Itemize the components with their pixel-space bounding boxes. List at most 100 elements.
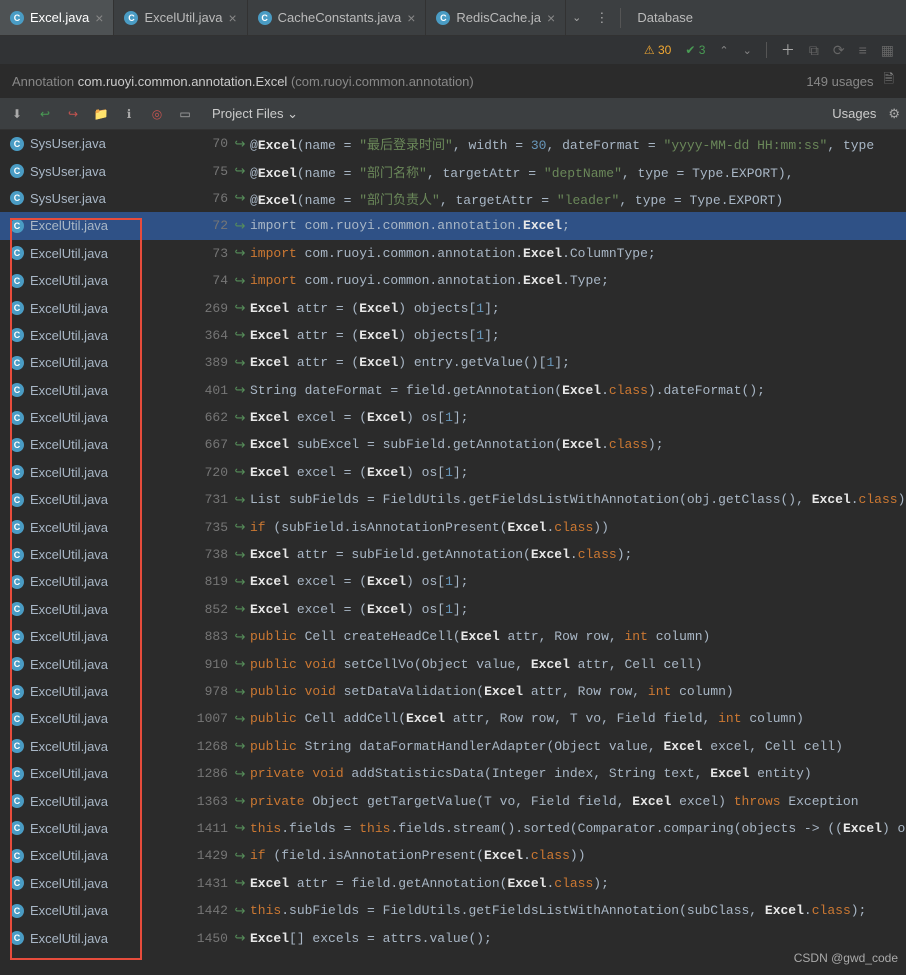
target-icon[interactable]: ◎ [146,103,168,125]
nav-back-icon[interactable]: ↩ [34,103,56,125]
gear-icon[interactable]: ⚙ [888,106,900,122]
usage-row[interactable]: C ExcelUtil.java 735 ↪ if (subField.isAn… [0,513,906,540]
jump-icon[interactable]: ↪ [228,355,246,371]
close-icon[interactable]: × [95,10,103,26]
usage-row[interactable]: C ExcelUtil.java 852 ↪ Excel excel = (Ex… [0,596,906,623]
usages-label: Usages [832,106,882,121]
code-preview: public Cell addCell(Excel attr, Row row,… [246,711,804,726]
editor-tab[interactable]: CExcelUtil.java× [114,0,247,35]
jump-icon[interactable]: ↪ [228,820,246,836]
usage-row[interactable]: C ExcelUtil.java 74 ↪ import com.ruoyi.c… [0,267,906,294]
jump-icon[interactable]: ↪ [228,903,246,919]
jump-icon[interactable]: ↪ [228,601,246,617]
usage-row[interactable]: C ExcelUtil.java 401 ↪ String dateFormat… [0,377,906,404]
jump-icon[interactable]: ↪ [228,437,246,453]
folder-icon[interactable]: 📁 [90,103,112,125]
usage-row[interactable]: C ExcelUtil.java 720 ↪ Excel excel = (Ex… [0,459,906,486]
usage-row[interactable]: C ExcelUtil.java 667 ↪ Excel subExcel = … [0,431,906,458]
code-preview: if (field.isAnnotationPresent(Excel.clas… [246,848,586,863]
file-name: ExcelUtil.java [30,711,108,726]
close-icon[interactable]: × [407,10,415,26]
editor-tab[interactable]: CRedisCache.ja× [426,0,566,35]
jump-icon[interactable]: ↪ [228,136,246,152]
panel-icon[interactable]: ▭ [174,103,196,125]
usage-row[interactable]: C ExcelUtil.java 1363 ↪ private Object g… [0,787,906,814]
editor-tab[interactable]: CExcel.java× [0,0,114,35]
jump-icon[interactable]: ↪ [228,793,246,809]
info-icon[interactable]: ℹ [118,103,140,125]
download-icon[interactable]: ⬇ [6,103,28,125]
jump-icon[interactable]: ↪ [228,766,246,782]
usage-row[interactable]: C ExcelUtil.java 978 ↪ public void setDa… [0,678,906,705]
usage-row[interactable]: C SysUser.java 76 ↪ @Excel(name = "部门负责人… [0,185,906,212]
next-highlight-icon[interactable]: ⌄ [743,44,752,57]
usages-toolbar: ⬇ ↩ ↪ 📁 ℹ ◎ ▭ Project Files ⌄ Usages ⚙ [0,98,906,130]
tab-menu-icon[interactable]: ⋮ [587,10,616,26]
usage-row[interactable]: C ExcelUtil.java 1007 ↪ public Cell addC… [0,705,906,732]
jump-icon[interactable]: ↪ [228,492,246,508]
tab-overflow-chevron[interactable]: ⌄ [566,11,587,24]
add-icon[interactable]: ＋ [781,40,795,60]
warnings-badge[interactable]: ⚠ 30 [644,43,671,57]
usage-row[interactable]: C SysUser.java 70 ↪ @Excel(name = "最后登录时… [0,130,906,157]
file-name: ExcelUtil.java [30,273,108,288]
jump-icon[interactable]: ↪ [228,656,246,672]
editor-tab[interactable]: CCacheConstants.java× [248,0,427,35]
class-icon: C [258,11,272,25]
usage-row[interactable]: C SysUser.java 75 ↪ @Excel(name = "部门名称"… [0,157,906,184]
jump-icon[interactable]: ↪ [228,738,246,754]
ok-badge[interactable]: ✔ 3 [685,43,705,57]
file-name: SysUser.java [30,136,106,151]
usage-row[interactable]: C ExcelUtil.java 662 ↪ Excel excel = (Ex… [0,404,906,431]
jump-icon[interactable]: ↪ [228,190,246,206]
jump-icon[interactable]: ↪ [228,574,246,590]
close-icon[interactable]: × [547,10,555,26]
usage-row[interactable]: C ExcelUtil.java 389 ↪ Excel attr = (Exc… [0,349,906,376]
jump-icon[interactable]: ↪ [228,519,246,535]
jump-icon[interactable]: ↪ [228,245,246,261]
class-icon: C [10,685,24,699]
jump-icon[interactable]: ↪ [228,300,246,316]
usage-row[interactable]: C ExcelUtil.java 1431 ↪ Excel attr = fie… [0,870,906,897]
file-icon[interactable]: 🗎 [884,70,894,92]
usage-row[interactable]: C ExcelUtil.java 883 ↪ public Cell creat… [0,623,906,650]
jump-icon[interactable]: ↪ [228,629,246,645]
line-number: 720 [178,465,228,480]
usage-row[interactable]: C ExcelUtil.java 1429 ↪ if (field.isAnno… [0,842,906,869]
usage-row[interactable]: C ExcelUtil.java 364 ↪ Excel attr = (Exc… [0,322,906,349]
jump-icon[interactable]: ↪ [228,382,246,398]
jump-icon[interactable]: ↪ [228,218,246,234]
jump-icon[interactable]: ↪ [228,273,246,289]
file-name: ExcelUtil.java [30,410,108,425]
jump-icon[interactable]: ↪ [228,711,246,727]
jump-icon[interactable]: ↪ [228,327,246,343]
jump-icon[interactable]: ↪ [228,875,246,891]
usage-row[interactable]: C ExcelUtil.java 73 ↪ import com.ruoyi.c… [0,240,906,267]
nav-fwd-icon[interactable]: ↪ [62,103,84,125]
jump-icon[interactable]: ↪ [228,464,246,480]
usage-row[interactable]: C ExcelUtil.java 910 ↪ public void setCe… [0,650,906,677]
usage-row[interactable]: C ExcelUtil.java 738 ↪ Excel attr = subF… [0,541,906,568]
usage-row[interactable]: C ExcelUtil.java 1411 ↪ this.fields = th… [0,815,906,842]
usage-row[interactable]: C ExcelUtil.java 1450 ↪ Excel[] excels =… [0,924,906,951]
usage-row[interactable]: C ExcelUtil.java 1286 ↪ private void add… [0,760,906,787]
usage-row[interactable]: C ExcelUtil.java 72 ↪ import com.ruoyi.c… [0,212,906,239]
usage-row[interactable]: C ExcelUtil.java 819 ↪ Excel excel = (Ex… [0,568,906,595]
jump-icon[interactable]: ↪ [228,547,246,563]
close-icon[interactable]: × [228,10,236,26]
usage-row[interactable]: C ExcelUtil.java 1268 ↪ public String da… [0,733,906,760]
jump-icon[interactable]: ↪ [228,930,246,946]
jump-icon[interactable]: ↪ [228,684,246,700]
jump-icon[interactable]: ↪ [228,410,246,426]
usage-row[interactable]: C ExcelUtil.java 269 ↪ Excel attr = (Exc… [0,294,906,321]
scope-dropdown[interactable]: Project Files ⌄ [202,106,298,122]
jump-icon[interactable]: ↪ [228,848,246,864]
database-tool-label[interactable]: Database [625,10,693,25]
layers-icon[interactable]: ≡ [859,42,867,58]
usage-row[interactable]: C ExcelUtil.java 731 ↪ List subFields = … [0,486,906,513]
grid-icon[interactable]: ▦ [881,42,894,59]
refresh-icon[interactable]: ⟳ [833,42,845,59]
jump-icon[interactable]: ↪ [228,163,246,179]
prev-highlight-icon[interactable]: ⌃ [719,44,728,57]
usage-row[interactable]: C ExcelUtil.java 1442 ↪ this.subFields =… [0,897,906,924]
